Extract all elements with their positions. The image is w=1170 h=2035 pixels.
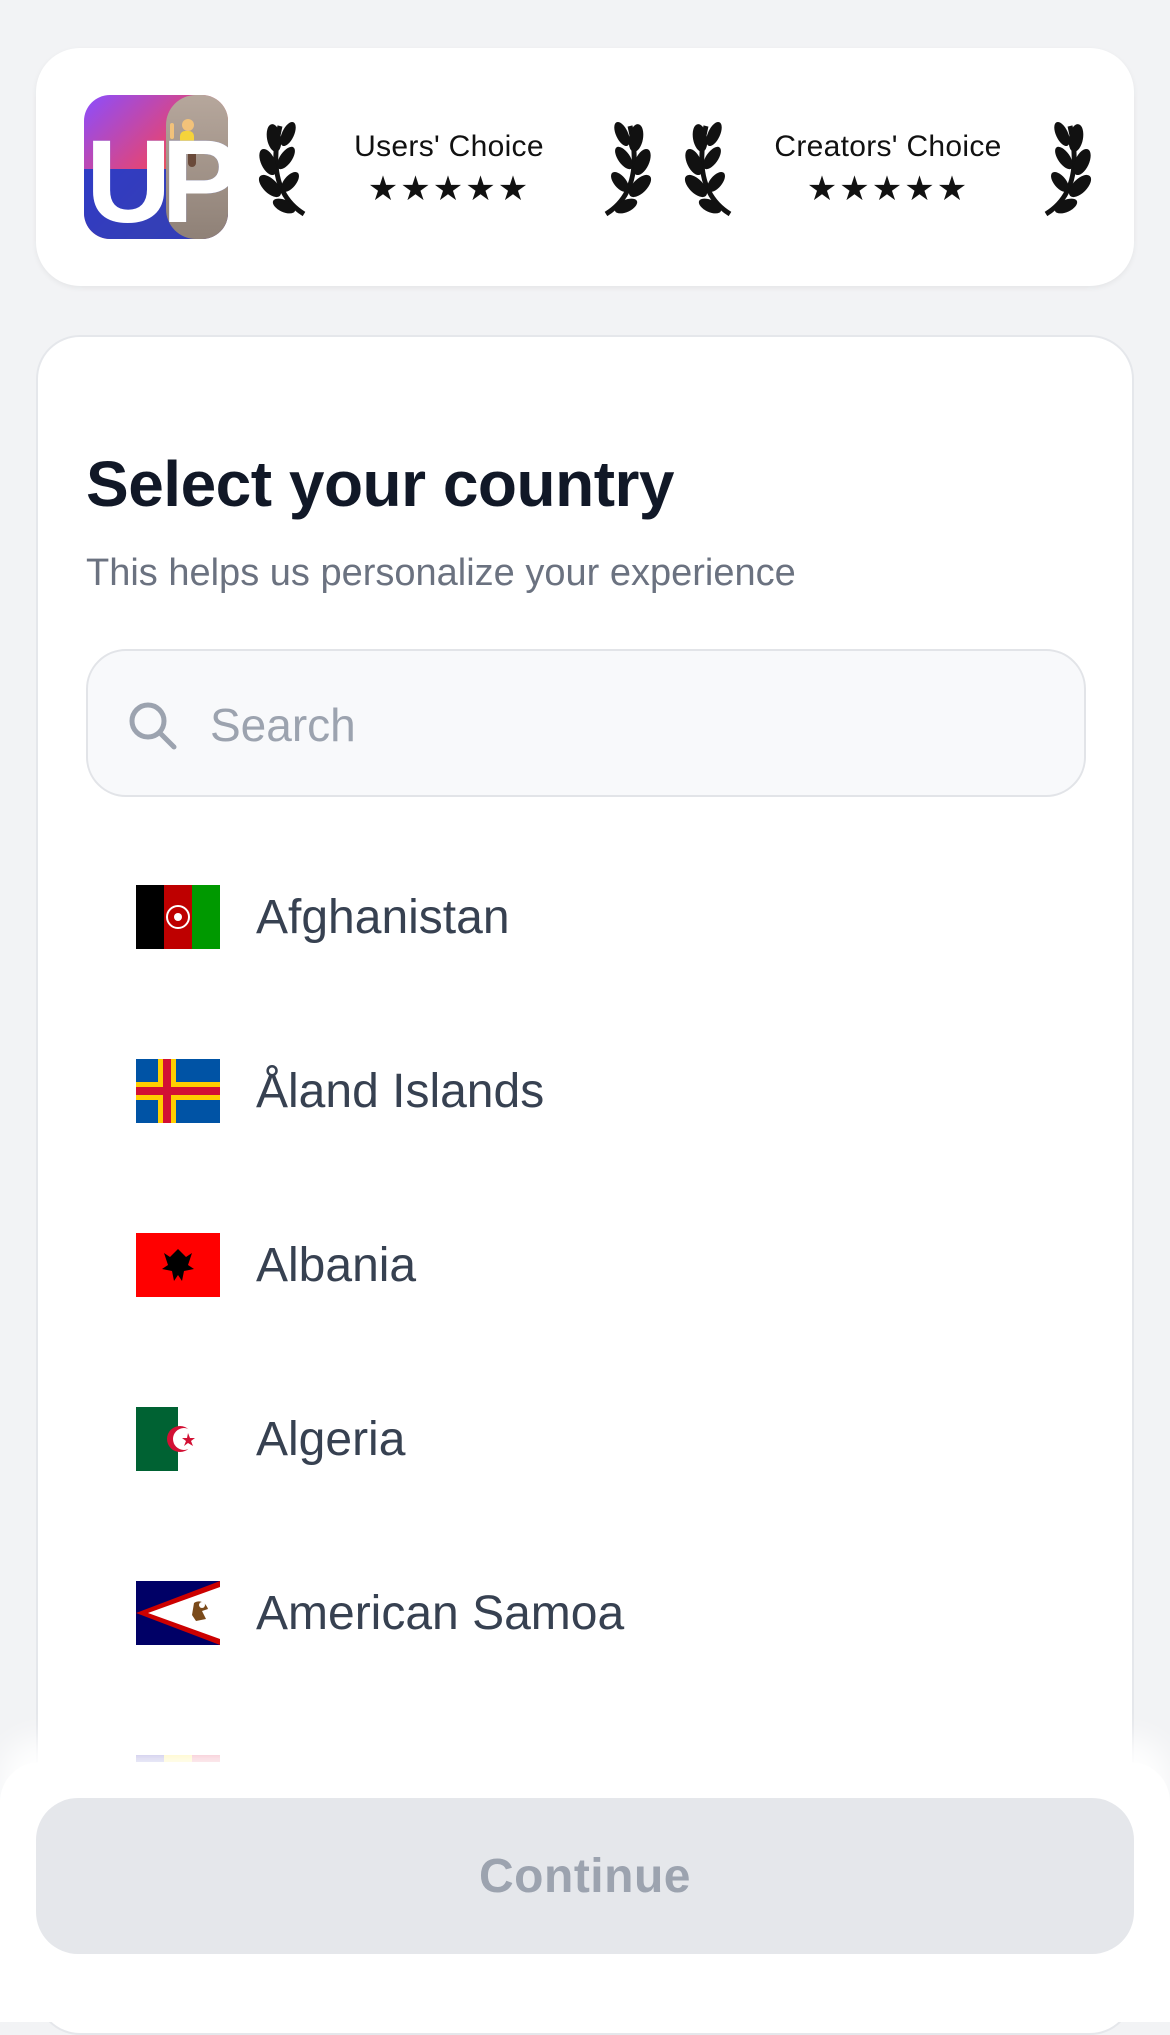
american-samoa-flag-icon xyxy=(136,1581,220,1645)
page-subtitle: This helps us personalize your experienc… xyxy=(86,552,796,594)
app-logo-text: UP xyxy=(86,116,228,239)
award-title: Creators' Choice xyxy=(774,130,1002,163)
continue-button[interactable]: Continue xyxy=(36,1798,1134,1954)
search-input[interactable] xyxy=(208,681,1052,769)
country-item-afghanistan[interactable]: Afghanistan xyxy=(38,837,1132,1011)
afghanistan-flag-icon xyxy=(136,885,220,949)
country-list: Afghanistan Åland Islands Albania Algeri… xyxy=(38,837,1132,1881)
laurel-left-icon xyxy=(684,121,732,217)
country-name: Albania xyxy=(256,1239,417,1292)
country-item-algeria[interactable]: Algeria xyxy=(38,1359,1132,1533)
laurel-right-icon xyxy=(1044,121,1092,217)
award-stars: ★★★★★ xyxy=(806,170,970,208)
country-name: American Samoa xyxy=(256,1587,625,1640)
awards-banner: UP Users' Choice ★★★★★ Creators' Choice … xyxy=(36,48,1134,286)
aland-islands-flag-icon xyxy=(136,1059,220,1123)
laurel-right-icon xyxy=(604,121,652,217)
country-item-albania[interactable]: Albania xyxy=(38,1185,1132,1359)
search-icon xyxy=(129,702,177,750)
algeria-flag-icon xyxy=(136,1407,220,1471)
country-name: Afghanistan xyxy=(256,891,510,944)
country-name: Algeria xyxy=(256,1413,406,1466)
award-stars: ★★★★★ xyxy=(367,170,531,208)
page-title: Select your country xyxy=(86,448,675,520)
award-title: Users' Choice xyxy=(354,130,544,163)
albania-flag-icon xyxy=(136,1233,220,1297)
search-box[interactable] xyxy=(86,649,1086,797)
bottom-action-bar: Continue xyxy=(0,1762,1170,2022)
app-icon: UP xyxy=(84,95,228,239)
country-item-aland-islands[interactable]: Åland Islands xyxy=(38,1011,1132,1185)
country-item-american-samoa[interactable]: American Samoa xyxy=(38,1533,1132,1707)
country-name: Åland Islands xyxy=(256,1065,545,1118)
laurel-left-icon xyxy=(258,121,306,217)
